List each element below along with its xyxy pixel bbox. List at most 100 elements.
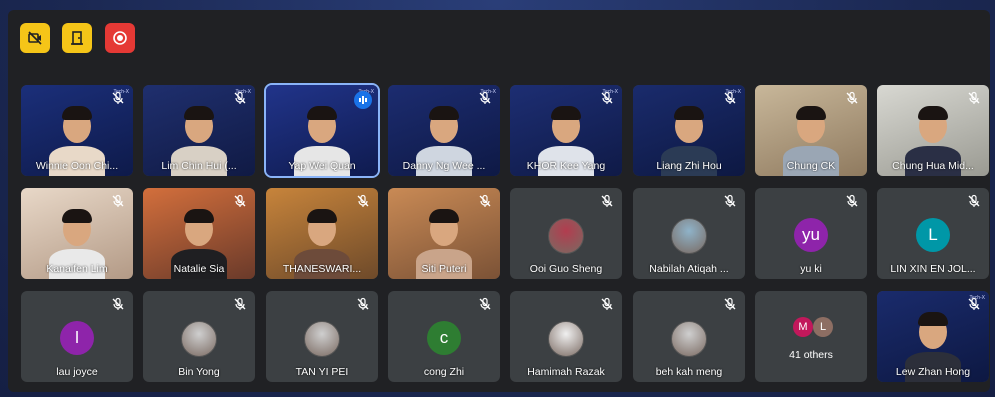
mic-off-icon xyxy=(601,297,613,310)
profile-avatar xyxy=(181,321,217,357)
participant-tile[interactable]: beh kah meng xyxy=(633,291,745,382)
participant-tile[interactable]: THANESWARI... xyxy=(266,188,378,279)
person-hair xyxy=(551,106,581,120)
profile-avatar xyxy=(548,321,584,357)
participant-tile[interactable]: Ooi Guo Sheng xyxy=(510,188,622,279)
initial-avatar: L xyxy=(916,218,950,252)
participant-name: Ooi Guo Sheng xyxy=(529,263,603,275)
person-hair xyxy=(674,106,704,120)
participant-tile[interactable]: Kanaifen Lim xyxy=(21,188,133,279)
participant-tile[interactable]: Bin Yong xyxy=(143,291,255,382)
participant-name: yu ki xyxy=(800,263,822,275)
mic-off-icon xyxy=(601,194,613,207)
participant-name: Lew Zhan Hong xyxy=(895,366,971,378)
profile-avatar xyxy=(304,321,340,357)
participant-tile[interactable]: yu yu ki xyxy=(755,188,867,279)
mic-off-icon xyxy=(112,194,124,207)
mic-off-icon xyxy=(479,194,491,207)
record-button[interactable] xyxy=(105,23,135,53)
mic-off-icon xyxy=(479,91,491,104)
participant-tile[interactable]: TAN YI PEI xyxy=(266,291,378,382)
person-hair xyxy=(307,106,337,120)
mic-off-icon xyxy=(601,91,613,104)
mic-off-icon xyxy=(234,194,246,207)
participant-name: lau joyce xyxy=(56,366,98,378)
mic-off-icon xyxy=(112,91,124,104)
participant-tile[interactable]: Nabilah Atiqah ... xyxy=(633,188,745,279)
camera-off-icon xyxy=(28,31,42,45)
mic-off-icon xyxy=(846,194,858,207)
profile-avatar xyxy=(671,321,707,357)
person-hair xyxy=(307,209,337,223)
person-hair xyxy=(796,106,826,120)
participant-name: Winnie Oon Chi... xyxy=(35,160,119,172)
participant-tile[interactable]: Natalie Sia xyxy=(143,188,255,279)
speaking-indicator-icon xyxy=(354,91,372,109)
participant-name: THANESWARI... xyxy=(282,263,362,275)
mic-off-icon xyxy=(724,91,736,104)
participant-tile[interactable]: c cong Zhi xyxy=(388,291,500,382)
participant-tile[interactable]: Tech-X Winnie Oon Chi... xyxy=(21,85,133,176)
mic-off-icon xyxy=(234,297,246,310)
participant-name: Siti Puteri xyxy=(421,263,467,275)
profile-avatar xyxy=(548,218,584,254)
participant-name: Danny Ng Wee ... xyxy=(402,160,486,172)
person-hair xyxy=(918,312,948,326)
mic-off-icon xyxy=(357,297,369,310)
person-hair xyxy=(62,209,92,223)
person-hair xyxy=(918,106,948,120)
camera-off-button[interactable] xyxy=(20,23,50,53)
mic-off-icon xyxy=(968,91,980,104)
person-hair xyxy=(184,209,214,223)
person-hair xyxy=(429,106,459,120)
record-icon xyxy=(113,31,127,45)
person-hair xyxy=(429,209,459,223)
others-label: 41 others xyxy=(789,349,833,361)
participant-tile[interactable]: Tech-X KHOR Kee Yang xyxy=(510,85,622,176)
others-avatar: L xyxy=(813,317,833,337)
participant-name: TAN YI PEI xyxy=(295,366,349,378)
participant-tile[interactable]: Chung Hua Mid... xyxy=(877,85,989,176)
leave-room-button[interactable] xyxy=(62,23,92,53)
participant-tile[interactable]: Tech-X Danny Ng Wee ... xyxy=(388,85,500,176)
initial-avatar: c xyxy=(427,321,461,355)
participant-name: Kanaifen Lim xyxy=(46,263,108,275)
mic-off-icon xyxy=(968,194,980,207)
participant-tile[interactable]: Siti Puteri xyxy=(388,188,500,279)
mic-off-icon xyxy=(724,297,736,310)
participant-tile[interactable]: M L 41 others xyxy=(755,291,867,382)
participant-tile[interactable]: Tech-X Lew Zhan Hong xyxy=(877,291,989,382)
profile-avatar xyxy=(671,218,707,254)
person-hair xyxy=(62,106,92,120)
participant-name: Natalie Sia xyxy=(173,263,225,275)
participant-name: Hamimah Razak xyxy=(527,366,605,378)
door-icon xyxy=(71,31,83,45)
participant-name: Lim Chin Hui (... xyxy=(161,160,237,172)
participant-tile[interactable]: Tech-X Liang Zhi Hou xyxy=(633,85,745,176)
mic-off-icon xyxy=(846,91,858,104)
mic-off-icon xyxy=(724,194,736,207)
participant-tile[interactable]: Chung CK xyxy=(755,85,867,176)
mic-off-icon xyxy=(357,194,369,207)
participant-tile[interactable]: Tech-X Lim Chin Hui (... xyxy=(143,85,255,176)
person-hair xyxy=(184,106,214,120)
participant-name: Bin Yong xyxy=(178,366,220,378)
participant-tile[interactable]: l lau joyce xyxy=(21,291,133,382)
participant-tile[interactable]: L LIN XIN EN JOL... xyxy=(877,188,989,279)
others-avatar: M xyxy=(793,317,813,337)
participant-name: Nabilah Atiqah ... xyxy=(649,263,729,275)
mic-off-icon xyxy=(968,297,980,310)
participant-name: cong Zhi xyxy=(423,366,465,378)
mic-off-icon xyxy=(112,297,124,310)
participant-tile[interactable]: Hamimah Razak xyxy=(510,291,622,382)
participant-tile[interactable]: Tech-XYap Wei Quan xyxy=(264,83,380,178)
participant-name: LIN XIN EN JOL... xyxy=(890,263,976,275)
mic-off-icon xyxy=(479,297,491,310)
participant-name: beh kah meng xyxy=(655,366,723,378)
initial-avatar: yu xyxy=(794,218,828,252)
participant-name: Chung Hua Mid... xyxy=(892,160,974,172)
participant-name: Liang Zhi Hou xyxy=(656,160,722,172)
participant-name: KHOR Kee Yang xyxy=(526,160,606,172)
participant-name: Yap Wei Quan xyxy=(288,160,356,172)
initial-avatar: l xyxy=(60,321,94,355)
